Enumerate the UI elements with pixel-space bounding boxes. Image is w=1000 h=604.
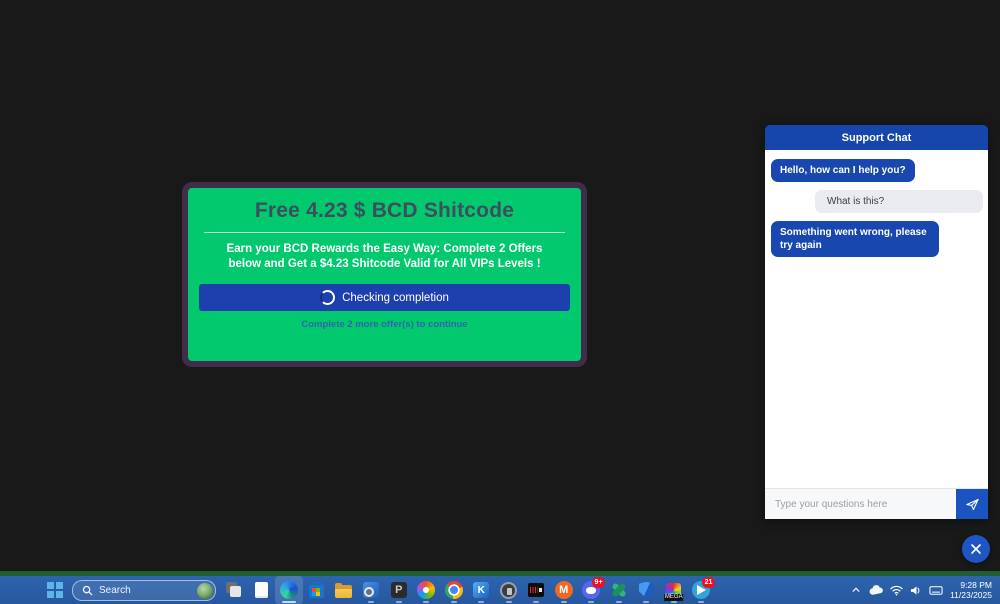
chat-message-bot: Hello, how can I help you? (771, 159, 915, 182)
taskbar-app-monero[interactable]: M (550, 576, 578, 604)
audio-tool-icon (528, 583, 544, 597)
close-icon (970, 543, 982, 555)
edge-icon (280, 581, 298, 599)
taskbar-app-edge[interactable] (275, 576, 303, 604)
taskbar-app-green-suite[interactable] (605, 576, 633, 604)
task-view-icon (226, 582, 242, 598)
taskbar-app-p[interactable]: P (385, 576, 413, 604)
round-utility-icon (500, 582, 517, 599)
clock-date: 11/23/2025 (950, 590, 992, 600)
taskbar-app-notepad[interactable] (248, 576, 276, 604)
taskbar-app-defender[interactable] (633, 576, 661, 604)
onedrive-cloud-icon (869, 585, 884, 596)
monero-icon: M (555, 581, 573, 599)
taskbar-search[interactable]: Search (72, 580, 216, 601)
p-app-icon: P (391, 582, 407, 598)
system-tray: 9:28 PM 11/23/2025 (846, 576, 1000, 604)
chat-messages: Hello, how can I help you? What is this?… (765, 150, 988, 488)
checking-completion-button[interactable]: Checking completion (199, 284, 570, 311)
copilot-icon (417, 581, 435, 599)
taskbar-app-copilot[interactable] (413, 576, 441, 604)
defender-shield-icon (639, 582, 654, 599)
volume-icon (910, 585, 922, 596)
taskbar-app-task-view[interactable] (220, 576, 248, 604)
taskbar-app-installer[interactable] (358, 576, 386, 604)
installer-icon (363, 582, 379, 598)
taskbar-app-mega[interactable]: MEGA (660, 576, 688, 604)
support-chat-panel: Support Chat Hello, how can I help you? … (765, 125, 988, 519)
taskbar-app-telegram[interactable]: 21 (688, 576, 716, 604)
offer-footer-note: Complete 2 more offer(s) to continue (188, 319, 581, 330)
touch-keyboard-icon (929, 585, 943, 596)
tray-clock[interactable]: 9:28 PM 11/23/2025 (950, 580, 992, 600)
wifi-icon (890, 585, 903, 596)
search-label: Search (99, 585, 131, 596)
tray-wifi[interactable] (886, 576, 906, 604)
start-button[interactable] (46, 581, 64, 599)
paper-plane-icon (965, 497, 980, 512)
offer-title: Free 4.23 $ BCD Shitcode (188, 199, 581, 223)
taskbar-app-discord[interactable]: 9+ (578, 576, 606, 604)
telegram-badge: 21 (702, 577, 715, 588)
chat-header: Support Chat (765, 125, 988, 150)
tray-onedrive[interactable] (866, 576, 886, 604)
chrome-icon (445, 581, 463, 599)
mega-label: MEGA (664, 594, 684, 601)
taskbar-app-microsoft-store[interactable] (303, 576, 331, 604)
file-explorer-icon (335, 585, 352, 598)
taskbar-app-file-explorer[interactable] (330, 576, 358, 604)
offer-description: Earn your BCD Rewards the Easy Way: Comp… (210, 242, 559, 271)
checking-completion-label: Checking completion (342, 292, 449, 304)
spinner-icon (320, 290, 335, 305)
microsoft-store-icon (309, 585, 324, 598)
notepad-icon (255, 582, 268, 598)
blue-k-app-icon: K (473, 582, 489, 598)
chat-input-bar (765, 488, 988, 519)
offer-card: Free 4.23 $ BCD Shitcode Earn your BCD R… (182, 182, 587, 367)
chat-message-bot: Something went wrong, please try again (771, 221, 939, 257)
chat-close-button[interactable] (962, 535, 990, 563)
chat-title: Support Chat (842, 132, 912, 144)
tray-volume[interactable] (906, 576, 926, 604)
taskbar-app-audio-tool[interactable] (523, 576, 551, 604)
clock-time: 9:28 PM (950, 580, 992, 590)
chat-question-input[interactable] (765, 489, 956, 519)
taskbar-app-k[interactable]: K (468, 576, 496, 604)
taskbar-app-row: P K M 9+ MEGA 21 (220, 576, 715, 604)
send-button[interactable] (956, 489, 988, 519)
green-suite-icon (610, 581, 628, 599)
discord-badge: 9+ (592, 577, 605, 588)
chevron-up-icon (851, 585, 861, 595)
search-icon (82, 585, 93, 596)
taskbar-app-chrome[interactable] (440, 576, 468, 604)
tray-chevron-up[interactable] (846, 576, 866, 604)
taskbar-app-round-utility[interactable] (495, 576, 523, 604)
divider (204, 232, 565, 233)
tray-keyboard[interactable] (926, 576, 946, 604)
plant-avatar (197, 583, 213, 599)
windows-start-icon (47, 582, 63, 598)
chat-message-user: What is this? (815, 190, 983, 213)
